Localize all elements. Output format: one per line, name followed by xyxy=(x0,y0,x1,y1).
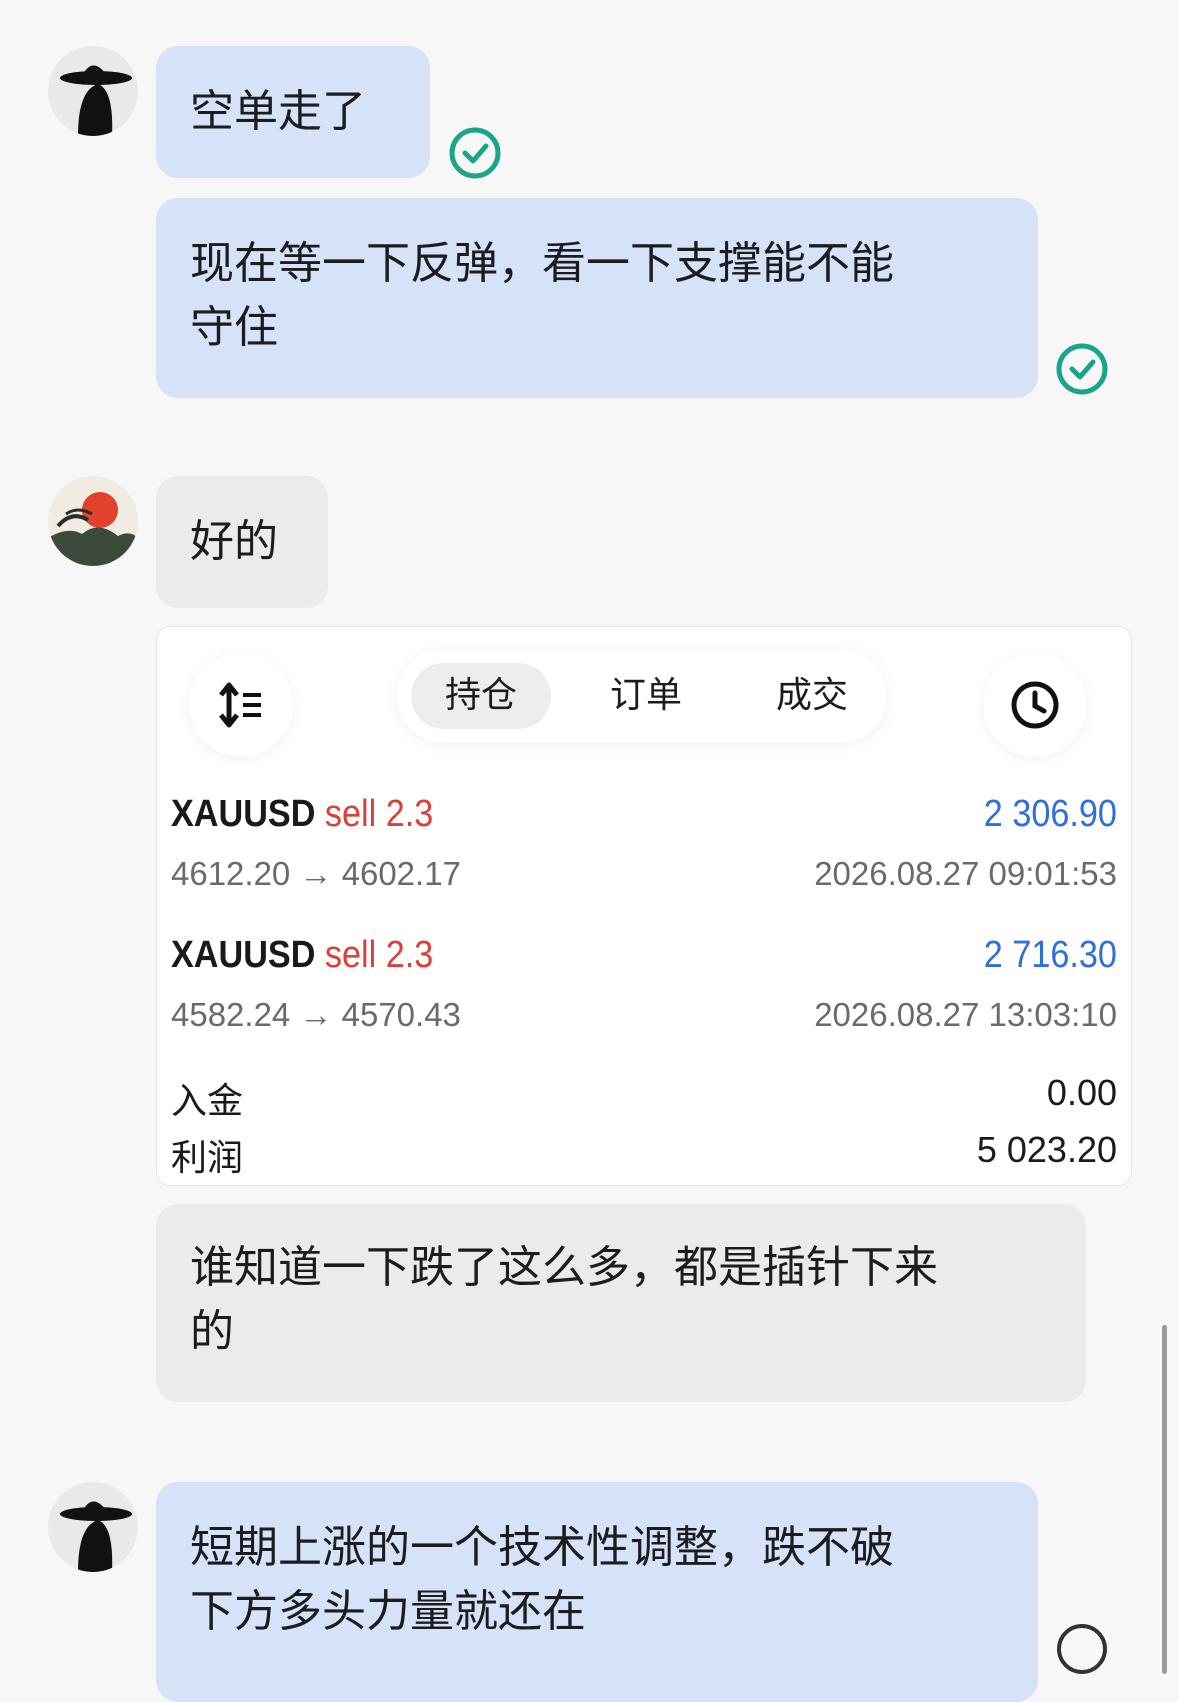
scrollbar[interactable] xyxy=(1162,1325,1167,1674)
pending-status-icon xyxy=(1057,1624,1107,1674)
message-text-line: 谁知道一下跌了这么多，都是插针下来 xyxy=(190,1242,938,1293)
tab-orders[interactable]: 订单 xyxy=(576,663,716,729)
trade-symbol: XAUUSD xyxy=(171,934,316,976)
message-bubble-outgoing[interactable]: 现在等一下反弹，看一下支撑能不能 守住 xyxy=(156,198,1038,398)
message-text-line: 下方多头力量就还在 xyxy=(190,1586,586,1637)
trade-profit: 2 716.30 xyxy=(983,934,1117,976)
sort-list-icon xyxy=(219,682,261,728)
trade-direction: sell xyxy=(324,793,377,835)
avatar-self[interactable] xyxy=(48,1482,138,1572)
sort-button[interactable] xyxy=(189,653,293,757)
trade-symbol-line: XAUUSD sell 2.3 xyxy=(171,793,433,836)
message-text-line: 短期上涨的一个技术性调整，跌不破 xyxy=(190,1522,894,1573)
clock-icon xyxy=(1011,681,1059,729)
trade-tab-bar: 持仓 订单 成交 xyxy=(397,649,887,743)
summary-value: 5 023.20 xyxy=(976,1129,1117,1170)
hat-figure-avatar-icon xyxy=(60,1501,132,1572)
summary-label: 入金 xyxy=(171,1081,244,1122)
summary-label: 利润 xyxy=(171,1138,244,1179)
trade-row[interactable]: XAUUSD sell 2.3 2 306.90 4612.20 → 4602.… xyxy=(171,793,1117,913)
message-text-line: 的 xyxy=(190,1306,234,1357)
message-bubble-incoming[interactable]: 谁知道一下跌了这么多，都是插针下来 的 xyxy=(156,1204,1086,1402)
tab-deals[interactable]: 成交 xyxy=(742,663,882,729)
history-button[interactable] xyxy=(983,653,1087,757)
read-check-icon xyxy=(449,127,501,179)
hat-figure-avatar-icon xyxy=(60,65,132,136)
message-bubble-incoming[interactable]: 好的 xyxy=(156,476,328,608)
message-text-line: 现在等一下反弹，看一下支撑能不能 xyxy=(190,238,894,289)
message-bubble-outgoing[interactable]: 空单走了 xyxy=(156,46,430,178)
message-text: 好的 xyxy=(190,516,278,567)
summary-row-deposit: 入金 0.00 xyxy=(171,1072,1117,1128)
message-text-line: 守住 xyxy=(190,302,278,353)
trade-lots: 2.3 xyxy=(385,793,434,835)
read-check-icon xyxy=(1056,343,1108,395)
trade-row[interactable]: XAUUSD sell 2.3 2 716.30 4582.24 → 4570.… xyxy=(171,934,1117,1054)
trade-profit: 2 306.90 xyxy=(983,793,1117,835)
trade-symbol: XAUUSD xyxy=(171,793,316,835)
trade-prices: 4612.20 → 4602.17 xyxy=(171,855,461,892)
summary-value: 0.00 xyxy=(1046,1072,1117,1113)
avatar-contact[interactable] xyxy=(48,476,138,566)
trade-lots: 2.3 xyxy=(385,934,434,976)
trade-symbol-line: XAUUSD sell 2.3 xyxy=(171,934,433,977)
summary-row-profit: 利润 5 023.20 xyxy=(171,1129,1117,1185)
message-bubble-outgoing[interactable]: 短期上涨的一个技术性调整，跌不破 下方多头力量就还在 xyxy=(156,1482,1038,1702)
trade-direction: sell xyxy=(324,934,377,976)
trade-time: 2026.08.27 13:03:10 xyxy=(814,996,1117,1033)
message-text: 空单走了 xyxy=(190,86,366,137)
avatar-self[interactable] xyxy=(48,46,138,136)
trade-time: 2026.08.27 09:01:53 xyxy=(814,855,1117,892)
landscape-sun-avatar-icon xyxy=(48,492,138,566)
trade-prices: 4582.24 → 4570.43 xyxy=(171,996,461,1033)
tab-positions[interactable]: 持仓 xyxy=(411,663,551,729)
trade-screenshot-card[interactable]: 持仓 订单 成交 XAUUSD sell 2.3 2 306.90 4612.2… xyxy=(156,626,1132,1186)
